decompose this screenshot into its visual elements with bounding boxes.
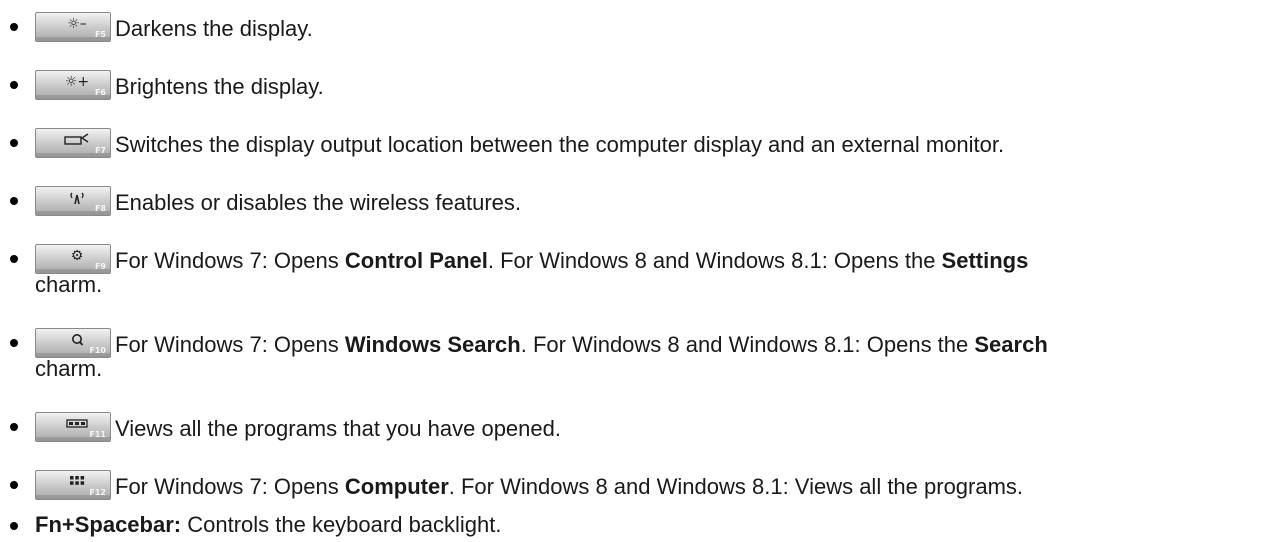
item-description: Darkens the display. bbox=[115, 16, 313, 41]
key-fn-label: F8 bbox=[94, 204, 106, 213]
bullet bbox=[10, 423, 18, 431]
f9-key: ⚙ F9 bbox=[35, 244, 111, 274]
item-description: Brightens the display. bbox=[115, 74, 324, 99]
item-text: For Windows 7: Opens bbox=[115, 474, 345, 499]
f5-key: ☼– F5 bbox=[35, 12, 111, 42]
f12-key: F12 bbox=[35, 470, 111, 500]
key-fn-label: F5 bbox=[94, 30, 106, 39]
bullet bbox=[10, 255, 18, 263]
bullet bbox=[10, 139, 18, 147]
item-text: . For Windows 8 and Windows 8.1: Views a… bbox=[448, 474, 1024, 499]
item-description: Switches the display output location bet… bbox=[115, 132, 1005, 157]
item-text: . For Windows 8 and Windows 8.1: Opens t… bbox=[520, 332, 975, 357]
f10-key: F10 bbox=[35, 328, 111, 358]
key-fn-label: F10 bbox=[89, 346, 106, 355]
f7-key: F7 bbox=[35, 128, 111, 158]
item-text: . For Windows 8 and Windows 8.1: Opens t… bbox=[487, 248, 942, 273]
item-bold-term: Computer bbox=[344, 474, 449, 499]
open-programs-icon bbox=[62, 415, 92, 435]
brightness-up-icon: ☼+ bbox=[64, 74, 90, 90]
item-text: For Windows 7: Opens bbox=[115, 332, 345, 357]
item-text: For Windows 7: Opens bbox=[115, 248, 345, 273]
item-description: Views all the programs that you have ope… bbox=[115, 416, 561, 441]
key-fn-label: F7 bbox=[94, 146, 106, 155]
key-fn-label: F11 bbox=[89, 430, 106, 439]
f6-key: ☼+ F6 bbox=[35, 70, 111, 100]
bullet bbox=[10, 23, 18, 31]
item-description: Enables or disables the wireless feature… bbox=[115, 190, 521, 215]
display-switch-icon bbox=[62, 131, 92, 151]
key-fn-label: F12 bbox=[89, 488, 106, 497]
key-fn-label: F9 bbox=[94, 262, 106, 271]
bullet bbox=[10, 339, 18, 347]
f8-key: F8 bbox=[35, 186, 111, 216]
item-bold-term: Search bbox=[974, 332, 1048, 357]
key-fn-label: F6 bbox=[94, 88, 106, 97]
bullet bbox=[10, 197, 18, 205]
item-bold-term: Settings bbox=[941, 248, 1029, 273]
bullet bbox=[10, 522, 18, 530]
wireless-icon bbox=[62, 189, 92, 209]
f11-key: F11 bbox=[35, 412, 111, 442]
item-bold-term: Windows Search bbox=[344, 332, 521, 357]
item-continuation: charm. bbox=[35, 356, 103, 381]
item-continuation: charm. bbox=[35, 272, 103, 297]
settings-gear-icon: ⚙ bbox=[70, 248, 84, 264]
item-text: Controls the keyboard backlight. bbox=[181, 512, 502, 537]
search-icon bbox=[62, 331, 92, 351]
bullet bbox=[10, 81, 18, 89]
all-programs-grid-icon bbox=[62, 473, 92, 493]
item-bold-term: Control Panel bbox=[344, 248, 488, 273]
item-bold-term: Fn+Spacebar: bbox=[35, 512, 182, 537]
bullet bbox=[10, 481, 18, 489]
brightness-down-icon: ☼– bbox=[67, 16, 87, 32]
